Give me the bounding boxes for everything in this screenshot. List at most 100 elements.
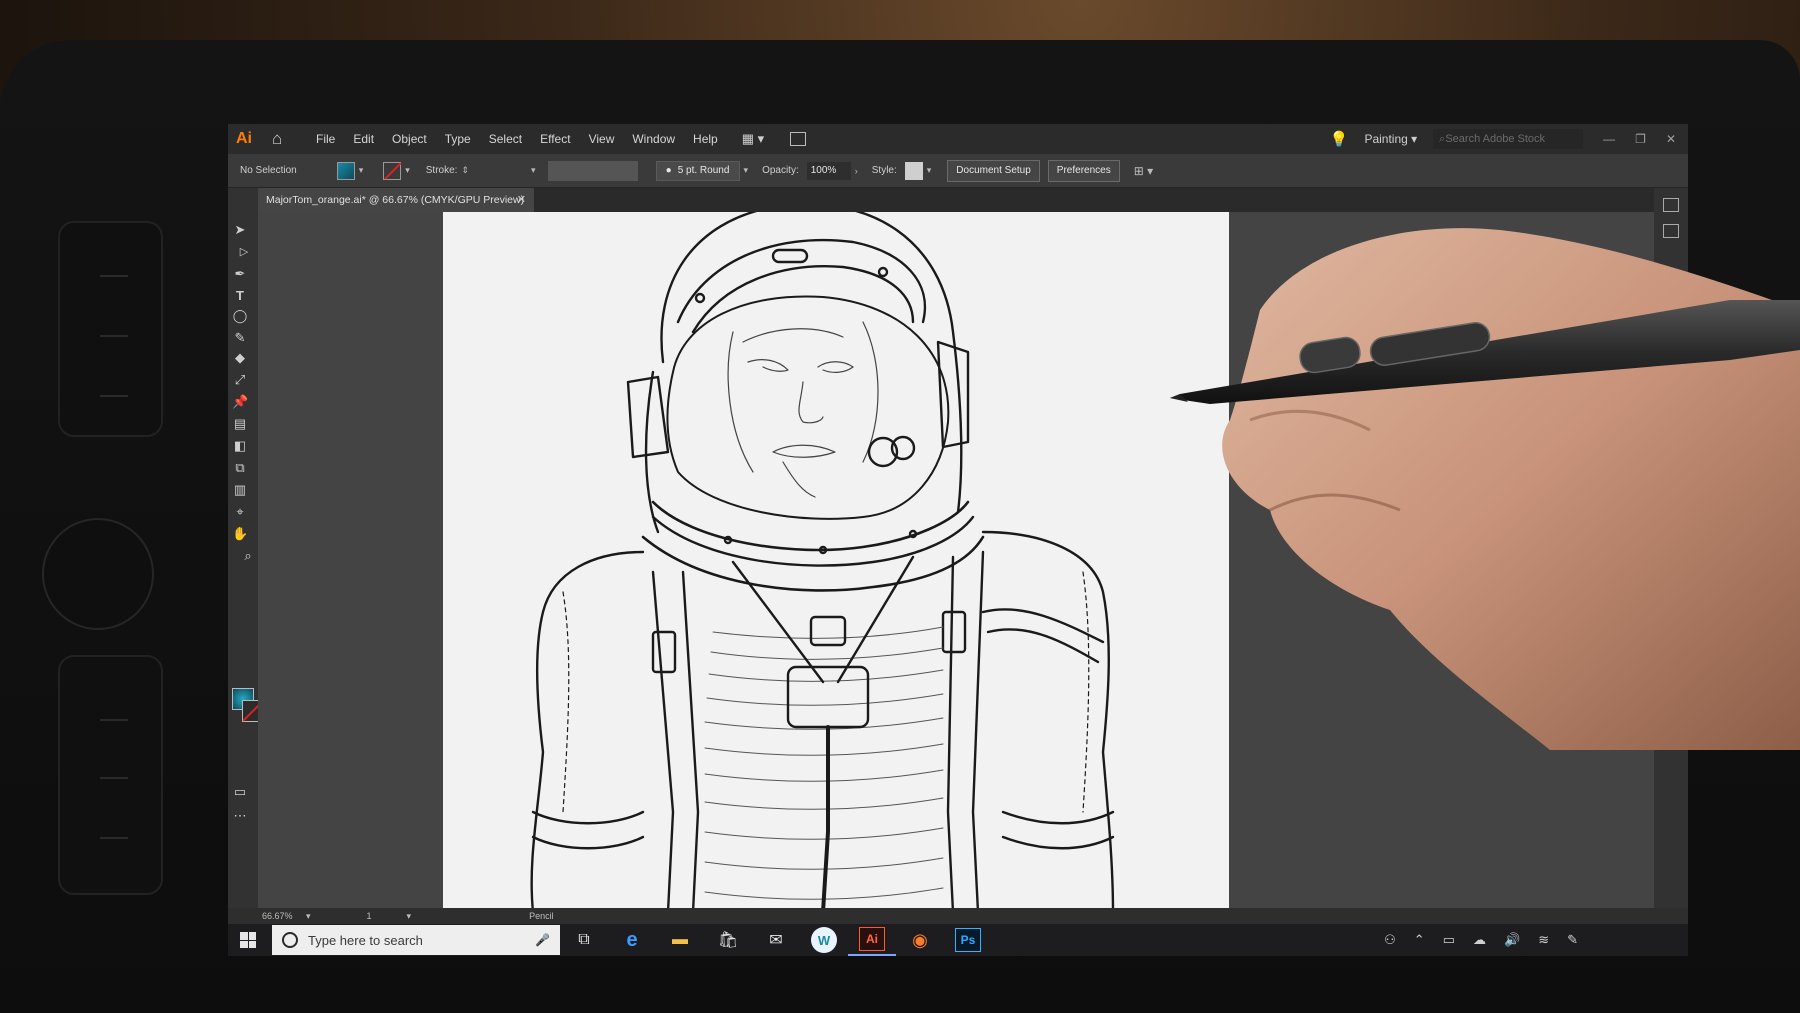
tablet-screen: Ai ⌂ File Edit Object Type Select Effect…	[228, 124, 1688, 956]
taskbar-search[interactable]: Type here to search 🎤	[272, 925, 560, 955]
wacom-app-icon[interactable]: W	[800, 924, 848, 956]
blend-tool-icon[interactable]: ⧉	[232, 460, 248, 476]
variable-width-profile[interactable]	[547, 160, 638, 181]
illustrator-logo: Ai	[236, 130, 252, 147]
express-key-group-bottom[interactable]	[58, 655, 163, 895]
graphic-style-swatch[interactable]	[904, 161, 923, 180]
fill-swatch[interactable]	[336, 161, 355, 180]
chevron-right-icon[interactable]: ›	[855, 166, 858, 176]
right-panel-dock	[1654, 188, 1688, 908]
mail-icon[interactable]: ✉	[752, 924, 800, 956]
home-icon[interactable]: ⌂	[272, 129, 298, 149]
zoom-tool-icon[interactable]: ⌕	[240, 548, 256, 564]
windows-start-icon[interactable]	[240, 932, 256, 948]
menu-type[interactable]: Type	[445, 132, 471, 146]
firefox-icon[interactable]: ◉	[896, 924, 944, 956]
menu-window[interactable]: Window	[632, 132, 675, 146]
pasteboard[interactable]	[258, 212, 1654, 908]
pencil-tool-icon[interactable]: ✎	[232, 330, 248, 346]
artboard[interactable]	[443, 212, 1229, 908]
libraries-icon[interactable]	[1663, 224, 1679, 238]
selection-status: No Selection	[240, 165, 297, 176]
chevron-down-icon[interactable]: ▾	[744, 165, 749, 176]
wifi-icon[interactable]: ≋	[1538, 932, 1549, 948]
ellipse-tool-icon[interactable]: ◯	[232, 308, 248, 324]
chevron-down-icon[interactable]: ▾	[927, 165, 932, 176]
pen-tool-icon[interactable]: ✒	[232, 266, 248, 282]
tools-panel: ➤ ▷ ✒ T ◯ ✎ ◆ ⤢ 📌 ▤ ◧ ⧉ ▥ ⌖ ✋ ⌕ ▭ ⋯	[228, 188, 264, 908]
eyedropper-tool-icon[interactable]: ⌖	[232, 504, 248, 520]
pin-tool-icon[interactable]: 📌	[232, 394, 248, 410]
mesh-tool-icon[interactable]: ▤	[232, 416, 248, 432]
document-setup-button[interactable]: Document Setup	[947, 159, 1040, 182]
express-key-group-top[interactable]	[58, 221, 163, 437]
workspace-switcher[interactable]: Painting ▾	[1364, 132, 1417, 146]
artboard-number[interactable]: 1	[367, 911, 407, 921]
control-bar: No Selection ▾ ▾ Stroke: ⇕ ▾ ● 5 pt. Rou…	[228, 154, 1688, 188]
astronaut-line-art	[530, 212, 1115, 908]
gradient-tool-icon[interactable]: ◧	[232, 438, 248, 454]
chevron-down-icon[interactable]: ▾	[306, 911, 311, 922]
direct-selection-tool-icon[interactable]: ▷	[236, 244, 252, 260]
touch-ring[interactable]	[42, 518, 154, 630]
menu-select[interactable]: Select	[489, 132, 522, 146]
brush-definition[interactable]: ● 5 pt. Round	[655, 160, 740, 181]
stroke-swatch[interactable]	[383, 161, 402, 180]
menu-file[interactable]: File	[316, 132, 335, 146]
chevron-down-icon[interactable]: ▾	[407, 911, 412, 922]
more-tools-icon[interactable]: ⋯	[232, 808, 248, 824]
close-icon[interactable]: ✕	[1666, 132, 1676, 146]
gpu-preview-icon[interactable]	[790, 132, 807, 146]
people-icon[interactable]: ⚇	[1384, 932, 1396, 948]
battery-icon[interactable]: ▭	[1443, 932, 1455, 948]
close-icon[interactable]: ✕	[517, 193, 526, 206]
menu-bar: Ai ⌂ File Edit Object Type Select Effect…	[228, 124, 1688, 154]
hand-tool-icon[interactable]: ✋	[232, 526, 248, 542]
preferences-button[interactable]: Preferences	[1047, 159, 1120, 182]
system-tray: ⚇ ⌃ ▭ ☁ 🔊 ≋ ✎	[1384, 924, 1578, 956]
selection-tool-icon[interactable]: ➤	[232, 222, 248, 238]
document-tab-title: MajorTom_orange.ai* @ 66.67% (CMYK/GPU P…	[266, 194, 525, 206]
arrange-documents-icon[interactable]: ▦ ▾	[742, 131, 764, 147]
windows-taskbar: Type here to search 🎤 ⧉ e ▬ 🛍 ✉ W Ai ◉ P…	[228, 924, 1688, 956]
properties-icon[interactable]	[1663, 198, 1679, 212]
cortana-icon	[282, 932, 298, 948]
menu-edit[interactable]: Edit	[353, 132, 374, 146]
graph-tool-icon[interactable]: ▥	[232, 482, 248, 498]
menu-effect[interactable]: Effect	[540, 132, 570, 146]
stroke-weight-stepper[interactable]: ⇕	[461, 165, 469, 176]
menu-object[interactable]: Object	[392, 132, 427, 146]
opacity-label[interactable]: Opacity:	[762, 165, 799, 176]
scale-tool-icon[interactable]: ⤢	[232, 372, 248, 388]
chevron-down-icon[interactable]: ▾	[359, 165, 364, 176]
chevron-down-icon[interactable]: ▾	[531, 165, 536, 176]
onedrive-icon[interactable]: ☁	[1473, 932, 1486, 948]
minimize-icon[interactable]: —	[1603, 132, 1615, 146]
photoshop-icon[interactable]: Ps	[944, 924, 992, 956]
file-explorer-icon[interactable]: ▬	[656, 924, 704, 956]
menu-view[interactable]: View	[589, 132, 615, 146]
menu-help[interactable]: Help	[693, 132, 718, 146]
task-view-icon[interactable]: ⧉	[560, 924, 608, 956]
edge-icon[interactable]: e	[608, 924, 656, 956]
illustrator-icon[interactable]: Ai	[848, 924, 896, 956]
restore-icon[interactable]: ❐	[1635, 132, 1646, 146]
stroke-weight-field[interactable]	[477, 162, 527, 180]
microphone-icon[interactable]: 🎤	[535, 933, 550, 947]
chevron-up-icon[interactable]: ⌃	[1414, 932, 1425, 948]
align-icon[interactable]: ⊞ ▾	[1134, 164, 1153, 178]
chevron-down-icon[interactable]: ▾	[405, 165, 410, 176]
document-tab[interactable]: MajorTom_orange.ai* @ 66.67% (CMYK/GPU P…	[258, 188, 534, 212]
eraser-tool-icon[interactable]: ◆	[232, 350, 248, 366]
volume-icon[interactable]: 🔊	[1504, 932, 1520, 948]
stroke-label[interactable]: Stroke:	[426, 165, 458, 176]
zoom-level[interactable]: 66.67%	[262, 911, 306, 921]
type-tool-icon[interactable]: T	[232, 288, 248, 304]
search-adobe-stock[interactable]: ⌕ Search Adobe Stock	[1433, 129, 1584, 149]
screen-mode-icon[interactable]: ▭	[232, 784, 248, 800]
current-tool-status: Pencil	[529, 911, 554, 921]
opacity-field[interactable]: 100%	[806, 161, 851, 180]
lightbulb-icon[interactable]: 💡	[1330, 130, 1349, 148]
store-icon[interactable]: 🛍	[704, 924, 752, 956]
pen-icon[interactable]: ✎	[1567, 932, 1578, 948]
